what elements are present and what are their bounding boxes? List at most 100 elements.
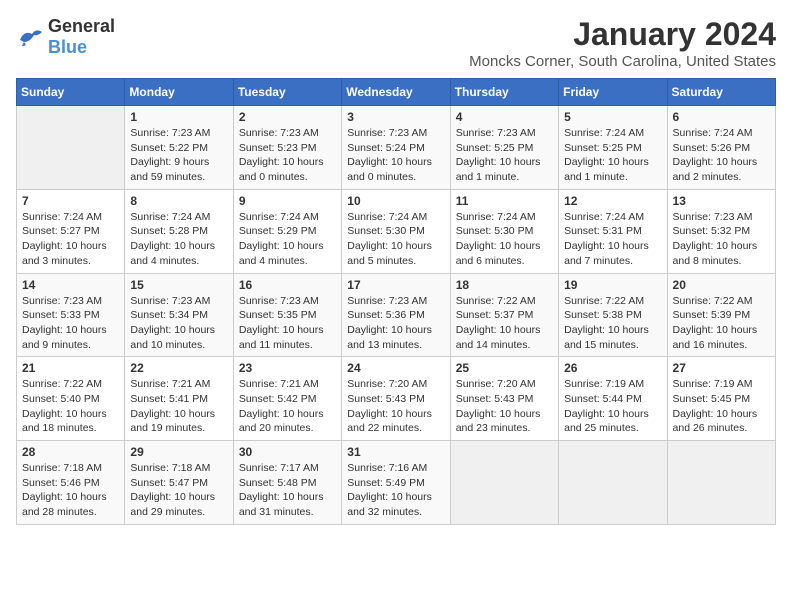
daylight-text: Daylight: 10 hours and 5 minutes. — [347, 239, 444, 268]
cell-content: Sunrise: 7:22 AMSunset: 5:38 PMDaylight:… — [564, 294, 661, 353]
sunrise-text: Sunrise: 7:24 AM — [347, 210, 444, 225]
calendar-header-row: SundayMondayTuesdayWednesdayThursdayFrid… — [17, 79, 776, 106]
calendar-cell: 20Sunrise: 7:22 AMSunset: 5:39 PMDayligh… — [667, 273, 775, 357]
sunrise-text: Sunrise: 7:23 AM — [673, 210, 770, 225]
header-monday: Monday — [125, 79, 233, 106]
daylight-text: Daylight: 10 hours and 14 minutes. — [456, 323, 553, 352]
sunset-text: Sunset: 5:42 PM — [239, 392, 336, 407]
sunset-text: Sunset: 5:30 PM — [456, 224, 553, 239]
day-number: 22 — [130, 361, 227, 375]
sunset-text: Sunset: 5:36 PM — [347, 308, 444, 323]
daylight-text: Daylight: 10 hours and 0 minutes. — [239, 155, 336, 184]
sunrise-text: Sunrise: 7:24 AM — [130, 210, 227, 225]
day-number: 21 — [22, 361, 119, 375]
cell-content: Sunrise: 7:23 AMSunset: 5:34 PMDaylight:… — [130, 294, 227, 353]
daylight-text: Daylight: 10 hours and 16 minutes. — [673, 323, 770, 352]
day-number: 3 — [347, 110, 444, 124]
sunset-text: Sunset: 5:22 PM — [130, 141, 227, 156]
sunset-text: Sunset: 5:39 PM — [673, 308, 770, 323]
sunset-text: Sunset: 5:38 PM — [564, 308, 661, 323]
sunset-text: Sunset: 5:44 PM — [564, 392, 661, 407]
cell-content: Sunrise: 7:20 AMSunset: 5:43 PMDaylight:… — [456, 377, 553, 436]
sunrise-text: Sunrise: 7:22 AM — [456, 294, 553, 309]
day-number: 5 — [564, 110, 661, 124]
daylight-text: Daylight: 10 hours and 26 minutes. — [673, 407, 770, 436]
day-number: 28 — [22, 445, 119, 459]
daylight-text: Daylight: 10 hours and 4 minutes. — [239, 239, 336, 268]
sunset-text: Sunset: 5:27 PM — [22, 224, 119, 239]
daylight-text: Daylight: 10 hours and 25 minutes. — [564, 407, 661, 436]
calendar-cell — [667, 441, 775, 525]
cell-content: Sunrise: 7:24 AMSunset: 5:26 PMDaylight:… — [673, 126, 770, 185]
day-number: 23 — [239, 361, 336, 375]
logo-text: General Blue — [48, 16, 115, 58]
calendar-cell: 11Sunrise: 7:24 AMSunset: 5:30 PMDayligh… — [450, 189, 558, 273]
header-friday: Friday — [559, 79, 667, 106]
calendar-cell: 26Sunrise: 7:19 AMSunset: 5:44 PMDayligh… — [559, 357, 667, 441]
sunset-text: Sunset: 5:40 PM — [22, 392, 119, 407]
calendar-cell: 24Sunrise: 7:20 AMSunset: 5:43 PMDayligh… — [342, 357, 450, 441]
sunrise-text: Sunrise: 7:21 AM — [239, 377, 336, 392]
calendar-cell: 29Sunrise: 7:18 AMSunset: 5:47 PMDayligh… — [125, 441, 233, 525]
day-number: 1 — [130, 110, 227, 124]
cell-content: Sunrise: 7:21 AMSunset: 5:41 PMDaylight:… — [130, 377, 227, 436]
daylight-text: Daylight: 10 hours and 13 minutes. — [347, 323, 444, 352]
sunrise-text: Sunrise: 7:23 AM — [239, 126, 336, 141]
day-number: 11 — [456, 194, 553, 208]
day-number: 16 — [239, 278, 336, 292]
cell-content: Sunrise: 7:16 AMSunset: 5:49 PMDaylight:… — [347, 461, 444, 520]
cell-content: Sunrise: 7:19 AMSunset: 5:45 PMDaylight:… — [673, 377, 770, 436]
sunrise-text: Sunrise: 7:22 AM — [673, 294, 770, 309]
calendar-cell: 12Sunrise: 7:24 AMSunset: 5:31 PMDayligh… — [559, 189, 667, 273]
cell-content: Sunrise: 7:24 AMSunset: 5:29 PMDaylight:… — [239, 210, 336, 269]
sunset-text: Sunset: 5:48 PM — [239, 476, 336, 491]
daylight-text: Daylight: 10 hours and 6 minutes. — [456, 239, 553, 268]
calendar-week-row: 1Sunrise: 7:23 AMSunset: 5:22 PMDaylight… — [17, 106, 776, 190]
cell-content: Sunrise: 7:20 AMSunset: 5:43 PMDaylight:… — [347, 377, 444, 436]
sunset-text: Sunset: 5:49 PM — [347, 476, 444, 491]
sunrise-text: Sunrise: 7:23 AM — [456, 126, 553, 141]
sunset-text: Sunset: 5:41 PM — [130, 392, 227, 407]
sunrise-text: Sunrise: 7:18 AM — [130, 461, 227, 476]
sunset-text: Sunset: 5:45 PM — [673, 392, 770, 407]
day-number: 17 — [347, 278, 444, 292]
cell-content: Sunrise: 7:21 AMSunset: 5:42 PMDaylight:… — [239, 377, 336, 436]
calendar-cell: 17Sunrise: 7:23 AMSunset: 5:36 PMDayligh… — [342, 273, 450, 357]
cell-content: Sunrise: 7:24 AMSunset: 5:28 PMDaylight:… — [130, 210, 227, 269]
cell-content: Sunrise: 7:18 AMSunset: 5:46 PMDaylight:… — [22, 461, 119, 520]
day-number: 18 — [456, 278, 553, 292]
sunset-text: Sunset: 5:47 PM — [130, 476, 227, 491]
calendar-cell: 27Sunrise: 7:19 AMSunset: 5:45 PMDayligh… — [667, 357, 775, 441]
sunrise-text: Sunrise: 7:24 AM — [564, 210, 661, 225]
calendar-cell — [559, 441, 667, 525]
cell-content: Sunrise: 7:18 AMSunset: 5:47 PMDaylight:… — [130, 461, 227, 520]
sunrise-text: Sunrise: 7:23 AM — [130, 294, 227, 309]
title-area: January 2024 Moncks Corner, South Caroli… — [469, 16, 776, 70]
sunrise-text: Sunrise: 7:19 AM — [564, 377, 661, 392]
calendar-cell: 5Sunrise: 7:24 AMSunset: 5:25 PMDaylight… — [559, 106, 667, 190]
cell-content: Sunrise: 7:23 AMSunset: 5:22 PMDaylight:… — [130, 126, 227, 185]
day-number: 9 — [239, 194, 336, 208]
daylight-text: Daylight: 10 hours and 18 minutes. — [22, 407, 119, 436]
page-subtitle: Moncks Corner, South Carolina, United St… — [469, 53, 776, 70]
cell-content: Sunrise: 7:23 AMSunset: 5:24 PMDaylight:… — [347, 126, 444, 185]
sunrise-text: Sunrise: 7:23 AM — [130, 126, 227, 141]
calendar-cell — [17, 106, 125, 190]
cell-content: Sunrise: 7:24 AMSunset: 5:31 PMDaylight:… — [564, 210, 661, 269]
header-sunday: Sunday — [17, 79, 125, 106]
cell-content: Sunrise: 7:19 AMSunset: 5:44 PMDaylight:… — [564, 377, 661, 436]
day-number: 30 — [239, 445, 336, 459]
header: General Blue January 2024 Moncks Corner,… — [16, 16, 776, 70]
daylight-text: Daylight: 10 hours and 1 minute. — [456, 155, 553, 184]
sunset-text: Sunset: 5:35 PM — [239, 308, 336, 323]
cell-content: Sunrise: 7:23 AMSunset: 5:35 PMDaylight:… — [239, 294, 336, 353]
sunset-text: Sunset: 5:30 PM — [347, 224, 444, 239]
sunset-text: Sunset: 5:46 PM — [22, 476, 119, 491]
daylight-text: Daylight: 10 hours and 7 minutes. — [564, 239, 661, 268]
calendar-week-row: 21Sunrise: 7:22 AMSunset: 5:40 PMDayligh… — [17, 357, 776, 441]
daylight-text: Daylight: 10 hours and 15 minutes. — [564, 323, 661, 352]
calendar-cell: 31Sunrise: 7:16 AMSunset: 5:49 PMDayligh… — [342, 441, 450, 525]
header-thursday: Thursday — [450, 79, 558, 106]
calendar-cell: 2Sunrise: 7:23 AMSunset: 5:23 PMDaylight… — [233, 106, 341, 190]
sunrise-text: Sunrise: 7:23 AM — [347, 126, 444, 141]
